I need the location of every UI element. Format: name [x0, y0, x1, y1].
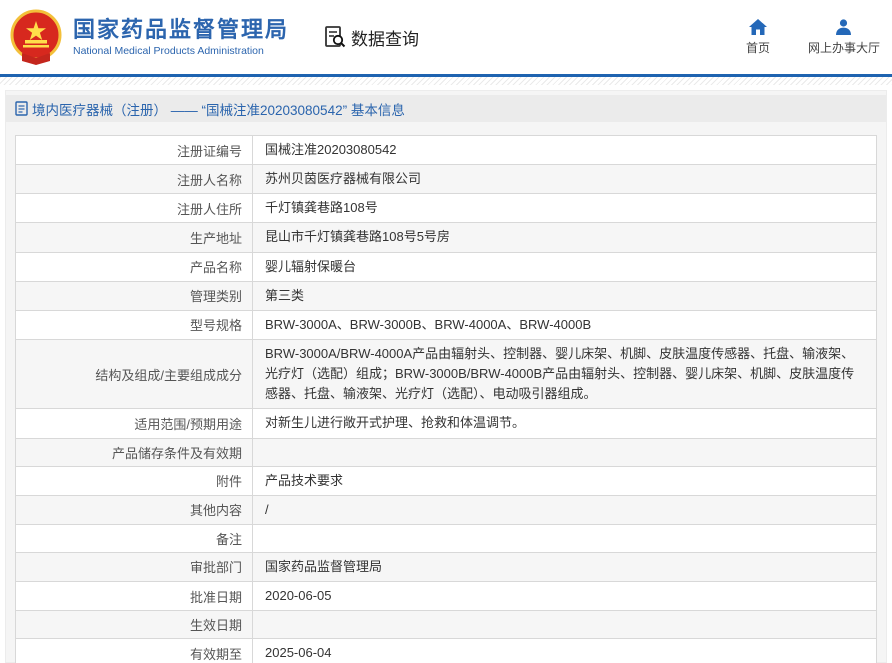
person-icon [836, 18, 852, 35]
row-label: 管理类别 [16, 281, 253, 310]
row-label: 结构及组成/主要组成成分 [16, 339, 253, 409]
page-title: 境内医疗器械（注册） —— “国械注准20203080542” 基本信息 [6, 95, 886, 122]
document-icon [15, 101, 28, 116]
table-row-storage-validity: 产品储存条件及有效期 [16, 437, 876, 466]
org-name-cn: 国家药品监督管理局 [73, 16, 290, 42]
site-header: 国家药品监督管理局 National Medical Products Admi… [0, 0, 892, 74]
table-row-reg-number: 注册证编号 国械注准20203080542 [16, 136, 876, 165]
content-panel: 境内医疗器械（注册） —— “国械注准20203080542” 基本信息 注册证… [5, 90, 887, 663]
table-row-registrant-name: 注册人名称 苏州贝茵医疗器械有限公司 [16, 164, 876, 194]
home-icon [748, 18, 767, 35]
row-value: 婴儿辐射保暖台 [265, 258, 357, 274]
row-value: 2025-06-04 [265, 645, 332, 661]
row-value [253, 439, 876, 466]
table-row-intended-use: 适用范围/预期用途 对新生儿进行敞开式护理、抢救和体温调节。 [16, 408, 876, 438]
row-label: 备注 [16, 524, 253, 552]
row-value: 苏州贝茵医疗器械有限公司 [265, 171, 422, 187]
row-value: 2020-06-05 [265, 587, 332, 603]
row-value: BRW-3000A、BRW-3000B、BRW-4000A、BRW-4000B [265, 316, 592, 332]
hatch-texture [0, 77, 892, 85]
nav-home[interactable]: 首页 [738, 18, 778, 56]
table-row-product-name: 产品名称 婴儿辐射保暖台 [16, 251, 876, 281]
row-label: 生效日期 [16, 611, 253, 639]
row-value: 千灯镇龚巷路108号 [265, 200, 378, 216]
page-title-text: 境内医疗器械（注册） —— “国械注准20203080542” 基本信息 [32, 102, 405, 118]
row-value: 产品技术要求 [265, 472, 344, 488]
table-row-registrant-address: 注册人住所 千灯镇龚巷路108号 [16, 193, 876, 223]
registration-detail-table: 注册证编号 国械注准20203080542 注册人名称 苏州贝茵医疗器械有限公司… [15, 135, 877, 663]
row-label: 有效期至 [16, 639, 253, 663]
table-row-management-class: 管理类别 第三类 [16, 280, 876, 310]
row-label: 生产地址 [16, 223, 253, 252]
table-row-production-address: 生产地址 昆山市千灯镇龚巷路108号5号房 [16, 222, 876, 252]
table-row-other-content: 其他内容 / [16, 494, 876, 524]
row-label: 型号规格 [16, 310, 253, 339]
row-value: 对新生儿进行敞开式护理、抢救和体温调节。 [265, 415, 526, 431]
row-label: 适用范围/预期用途 [16, 409, 253, 438]
row-label: 产品名称 [16, 252, 253, 281]
nav-service-hall-label: 网上办事大厅 [807, 40, 880, 55]
row-value: 第三类 [265, 287, 305, 303]
row-label: 产品储存条件及有效期 [16, 438, 253, 466]
data-query-tab[interactable]: 数据查询 [323, 25, 419, 50]
table-row-structure-composition: 结构及组成/主要组成成分 BRW-3000A/BRW-4000A产品由辐射头、控… [16, 338, 876, 409]
site-logo[interactable]: 国家药品监督管理局 National Medical Products Admi… [8, 9, 289, 65]
table-row-effective-date: 生效日期 [16, 610, 876, 639]
table-row-remark: 备注 [16, 523, 876, 552]
table-row-approval-date: 批准日期 2020-06-05 [16, 580, 876, 611]
row-label: 注册证编号 [16, 136, 253, 165]
row-value [253, 611, 876, 638]
row-value: 国家药品监督管理局 [265, 558, 383, 574]
table-row-approval-department: 审批部门 国家药品监督管理局 [16, 551, 876, 581]
row-label: 批准日期 [16, 581, 253, 611]
document-search-icon [325, 26, 346, 48]
national-emblem-icon [10, 9, 62, 65]
row-label: 审批部门 [16, 552, 253, 581]
table-row-attachment: 附件 产品技术要求 [16, 465, 876, 495]
org-name-en: National Medical Products Administration [73, 45, 264, 58]
data-query-label: 数据查询 [351, 29, 420, 49]
nav-home-label: 首页 [745, 40, 770, 55]
row-label: 注册人名称 [16, 165, 253, 194]
row-label: 附件 [16, 466, 253, 495]
row-label: 注册人住所 [16, 194, 253, 223]
nav-service-hall[interactable]: 网上办事大厅 [807, 18, 880, 56]
top-nav: 首页 网上办事大厅 [738, 18, 880, 56]
row-value [253, 525, 876, 552]
table-row-expiry-date: 有效期至 2025-06-04 [16, 638, 876, 663]
row-label: 其他内容 [16, 495, 253, 524]
table-row-model-spec: 型号规格 BRW-3000A、BRW-3000B、BRW-4000A、BRW-4… [16, 309, 876, 339]
row-value: / [265, 501, 269, 517]
row-value: 昆山市千灯镇龚巷路108号5号房 [265, 229, 450, 245]
row-value: 国械注准20203080542 [265, 142, 397, 157]
row-value: BRW-3000A/BRW-4000A产品由辐射头、控制器、婴儿床架、机脚、皮肤… [265, 345, 855, 402]
